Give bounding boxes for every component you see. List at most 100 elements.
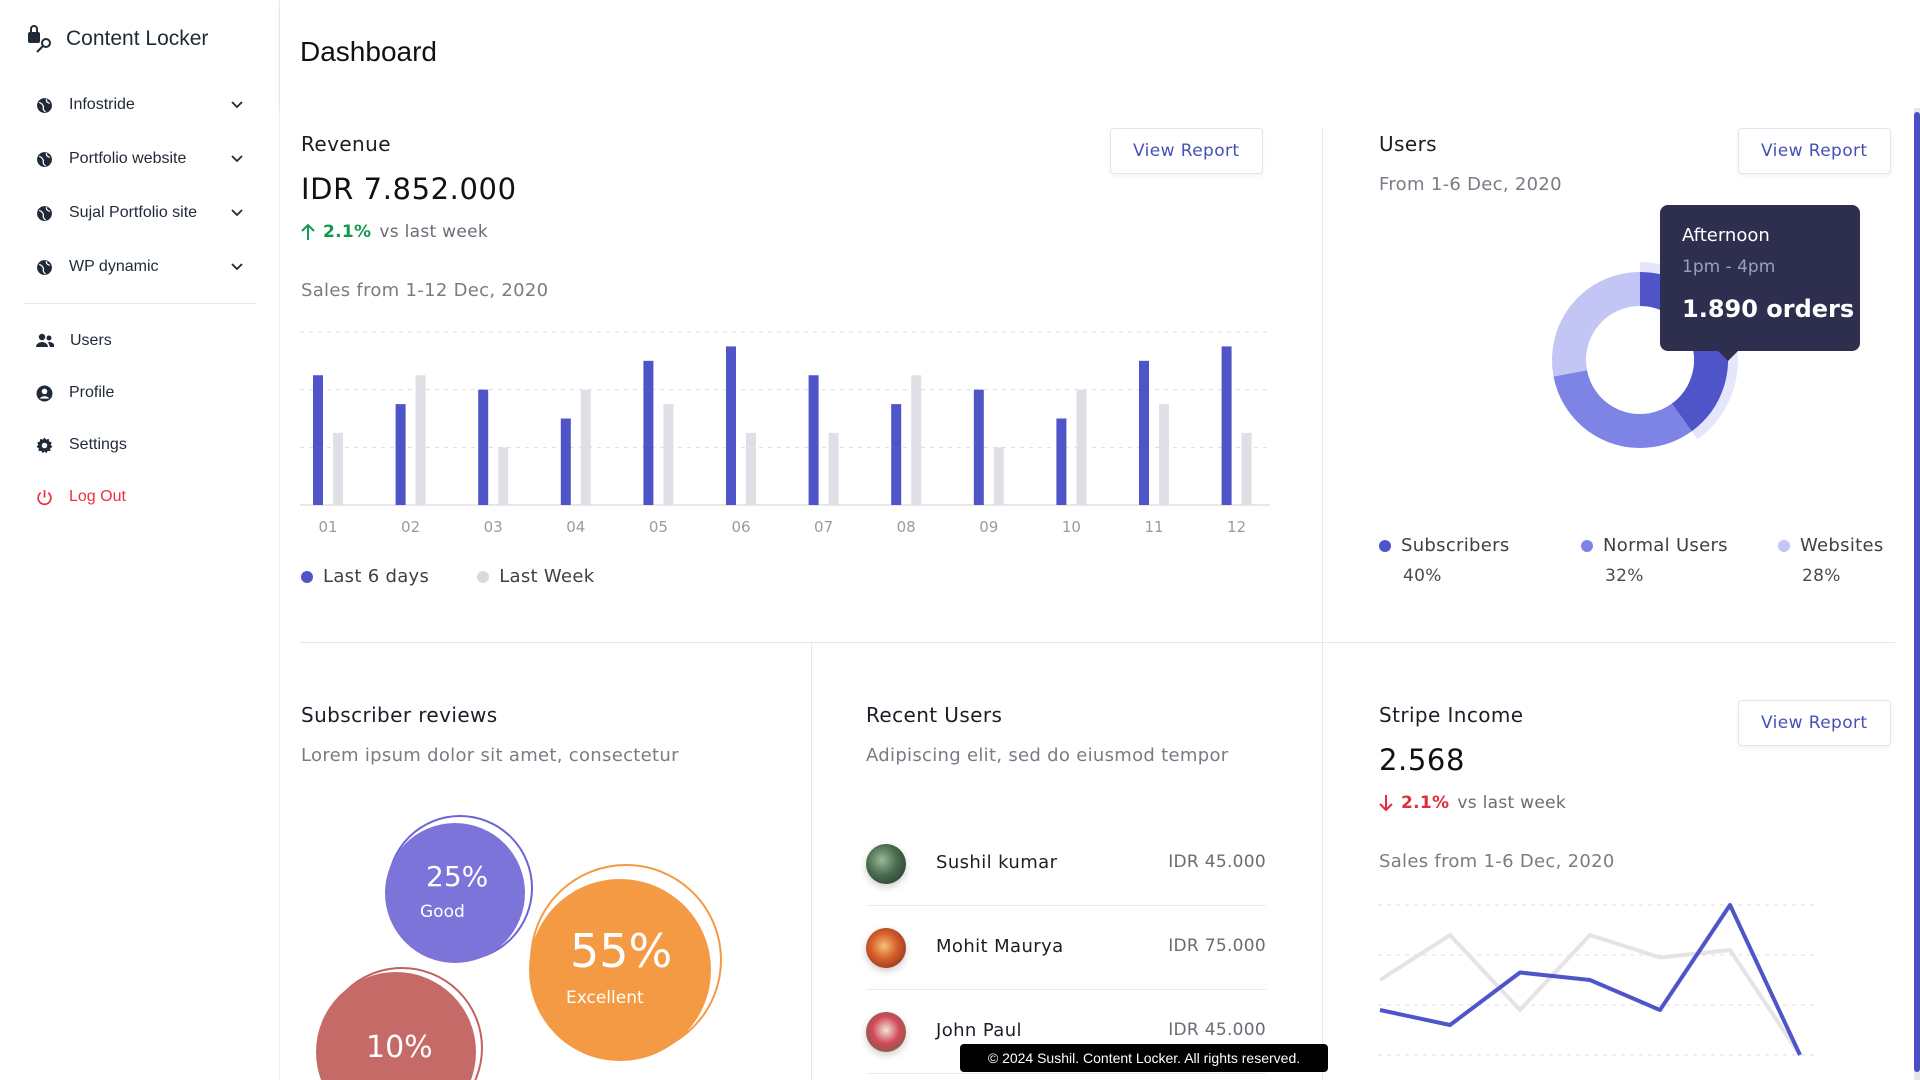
bar [478,389,489,505]
revenue-subtitle: Sales from 1-12 Dec, 2020 [301,280,549,301]
users-legend-subscribers: Subscribers [1379,535,1510,556]
globe-icon [37,259,52,275]
bar [663,404,674,505]
site-item-label: Sujal Portfolio site [69,204,198,221]
users-legend-websites: Websites [1778,535,1884,556]
profile-icon [36,385,53,401]
menu-item-users[interactable]: Users [24,321,256,361]
header: Dashboard [280,0,1920,108]
bar [891,404,902,505]
sidebar-divider [24,303,256,304]
user-name: John Paul [936,1020,1022,1041]
donut-slice-normal-users [1553,369,1692,448]
site-item-wp-dynamic[interactable]: WP dynamic [24,247,256,287]
user-amount: IDR 45.000 [1168,1020,1266,1040]
legend-dot [1581,539,1593,552]
users-view-report-button[interactable]: View Report [1738,128,1891,174]
x-tick-label: 11 [1144,518,1163,536]
legend-value: 32% [1605,566,1644,586]
chevron-down-icon[interactable] [230,97,244,111]
stripe-view-report-button[interactable]: View Report [1738,700,1891,746]
legend-label: Normal Users [1603,535,1728,556]
bar [726,346,736,505]
legend-label: Last 6 days [323,566,430,587]
bar [1076,389,1087,505]
menu-item-settings[interactable]: Settings [24,425,256,465]
menu-item-logout[interactable]: Log Out [24,477,256,517]
bar [746,432,756,505]
x-tick-label: 09 [979,518,998,536]
user-name: Sushil kumar [936,852,1058,873]
x-tick-label: 05 [649,518,668,536]
users-icon [36,333,54,347]
legend-dot [301,570,313,583]
revenue-view-report-button[interactable]: View Report [1110,128,1263,174]
legend-value: 40% [1403,566,1442,586]
list-item[interactable]: Mohit Maurya IDR 75.000 [866,906,1266,990]
arrow-up-icon [301,223,315,240]
reviews-title: Subscriber reviews [301,703,498,727]
revenue-amount: IDR 7.852.000 [301,172,517,206]
bubble-good-value: 25% [426,860,489,893]
legend-dot [477,570,490,583]
arrow-down-icon [1379,795,1393,812]
revenue-legend: Last 6 days Last Week [301,566,594,587]
bar [993,447,1004,505]
menu-item-profile[interactable]: Profile [24,373,256,413]
legend-dot [1778,539,1790,552]
bubble-good-label: Good [420,902,465,922]
avatar [866,1012,906,1052]
bar [313,375,323,505]
globe-icon [37,151,52,167]
x-tick-label: 03 [484,518,503,536]
bar [1241,432,1252,505]
revenue-change-text: vs last week [379,222,489,242]
stripe-title: Stripe Income [1379,703,1524,727]
chevron-down-icon[interactable] [230,151,244,165]
bar [415,375,426,505]
legend-label: Last Week [499,566,595,587]
chevron-down-icon[interactable] [230,259,244,273]
chevron-down-icon[interactable] [230,205,244,219]
revenue-change: 2.1% [323,222,372,242]
site-item-portfolio-website[interactable]: Portfolio website [24,139,256,179]
divider [811,642,812,1080]
donut-slice-websites [1552,272,1641,377]
site-item-infostride[interactable]: Infostride [24,85,256,125]
brand[interactable]: Content Locker [26,24,208,54]
divider [1322,642,1323,1080]
bar [395,404,406,505]
bar [808,375,819,505]
bubble-excellent-value: 55% [570,924,673,978]
line-series [1379,903,1802,1056]
revenue-title: Revenue [301,132,391,156]
stripe-change: 2.1% [1401,793,1450,813]
gear-icon [36,437,53,453]
site-item-sujal-portfolio[interactable]: Sujal Portfolio site [24,193,256,233]
x-tick-label: 02 [401,518,420,536]
menu-item-label: Users [70,332,112,349]
divider [300,642,1895,643]
stripe-amount: 2.568 [1379,743,1466,777]
bar [580,389,591,505]
bar [1056,418,1067,505]
line-series [1378,933,1802,1057]
bubble-excellent-label: Excellent [566,988,644,1008]
lock-key-icon [28,25,51,53]
bar [1221,346,1232,505]
divider [1322,128,1323,642]
globe-icon [37,205,52,221]
list-item[interactable]: Sushil kumar IDR 45.000 [866,822,1266,906]
revenue-trend: 2.1% vs last week [301,222,488,242]
bar [911,375,922,505]
tooltip-time: 1pm - 4pm [1682,257,1776,277]
recent-users-subtitle: Adipiscing elit, sed do eiusmod tempor [866,745,1229,766]
stripe-trend: 2.1% vs last week [1379,793,1566,813]
sidebar: Content Locker Infostride Portfolio webs… [0,0,280,1080]
scrollbar-thumb[interactable] [1914,112,1920,1072]
globe-icon [37,97,52,113]
legend-value: 28% [1802,566,1841,586]
user-name: Mohit Maurya [936,936,1064,957]
x-tick-label: 04 [566,518,585,536]
site-item-label: Portfolio website [69,150,187,167]
